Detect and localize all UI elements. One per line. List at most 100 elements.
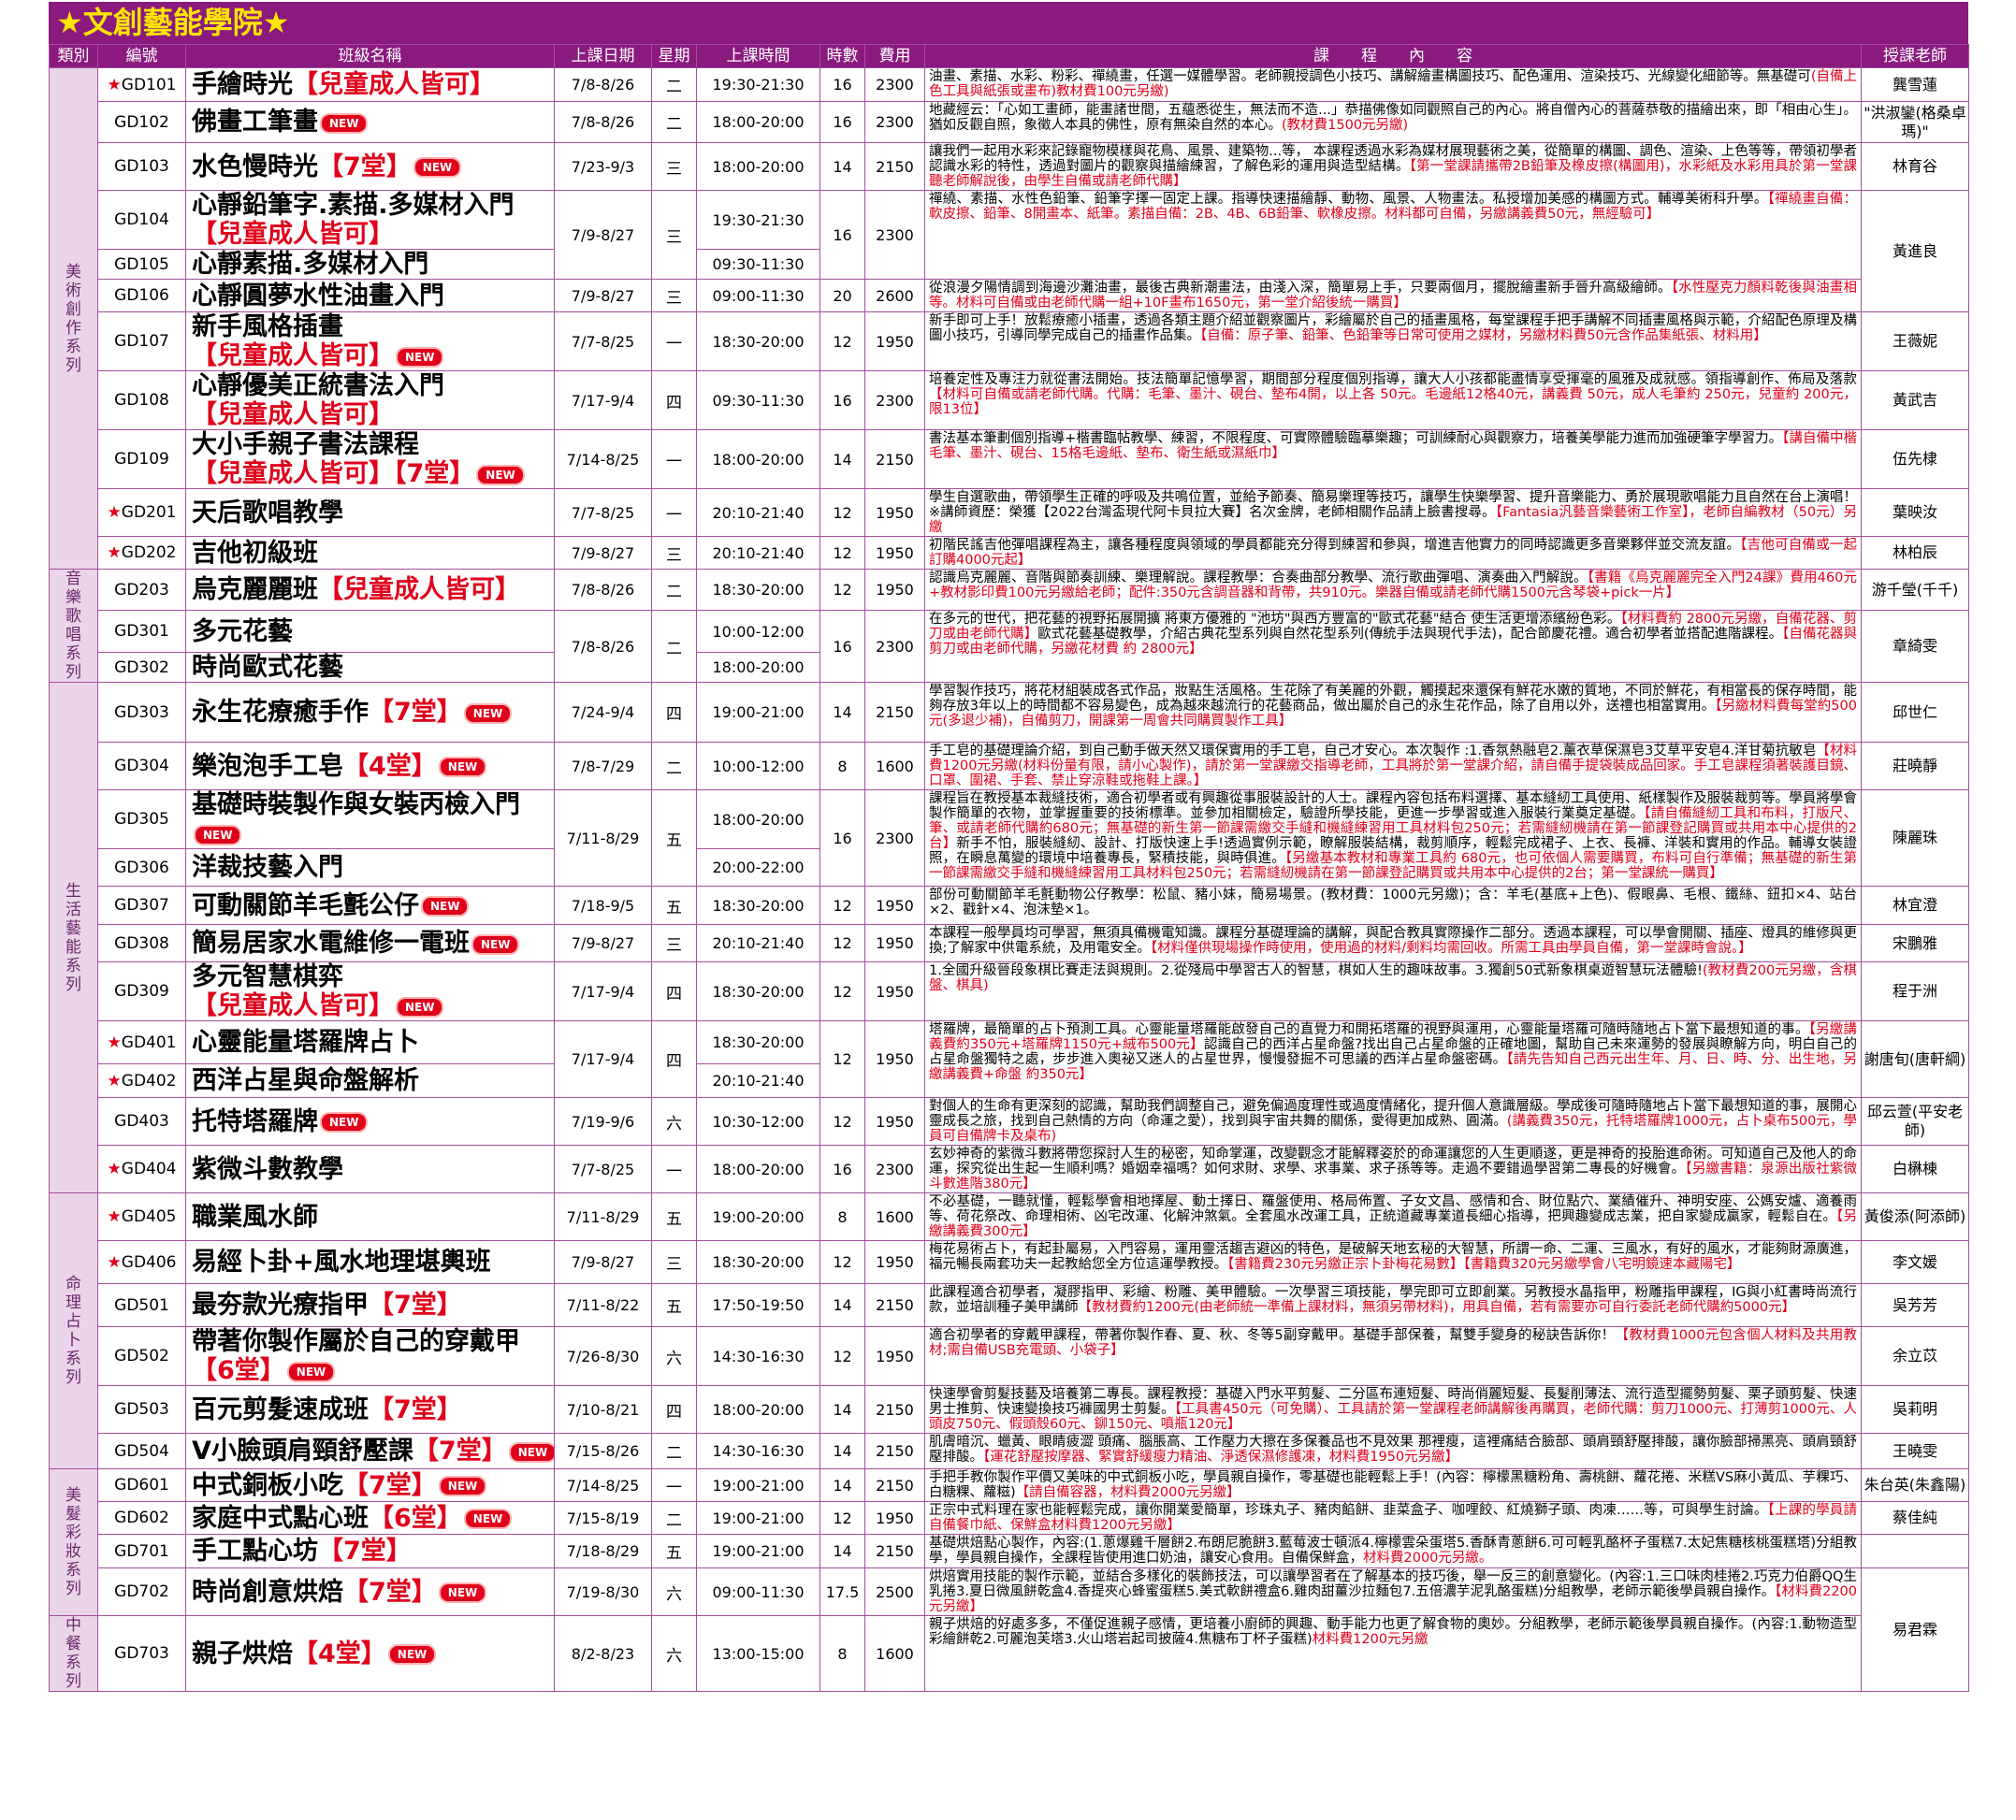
hours-cell: 14 [819,1385,865,1434]
class-name-line: 百元剪髮速成班【7堂】 [192,1395,554,1424]
table-row: GD403 托特塔羅牌 NEW 7/19-9/6 六 10:30-12:00 12 1950 對… [50,1097,1969,1146]
class-name-line: 心靜素描.多媒材入門 [192,251,554,279]
date-cell: 7/18-8/29 [554,1534,652,1568]
weekday-cell: 二 [651,67,697,102]
class-name-cell: 最夯款光療指甲【7堂】 [185,1283,555,1327]
category-label: 生活藝能系列 [65,881,81,994]
star-icon: ★ [107,1033,122,1052]
text-segment: 家庭中式點心班 [192,1503,369,1533]
course-code: GD405 [121,1207,177,1226]
col-header-weekday: 星期 [651,44,697,68]
time-cell: 10:00-12:00 [696,742,820,790]
course-content-cell: 讓我們一起用水彩來記錄寵物模樣與花鳥、風景、建築物...等， 本課程透過水彩為媒… [924,142,1862,191]
hours-cell: 12 [819,1326,865,1386]
table-row: GD106 心靜圓夢水性油畫入門 7/9-8/27 三 09:00-11:30 20 260… [50,279,1969,312]
class-name-cell: 職業風水師 [185,1192,555,1241]
hours-cell: 16 [819,101,865,143]
text-segment: 不必基礎，一聽就懂，輕鬆學會相地擇屋、動土擇日、羅盤使用、格局佈置、子女文昌、感… [929,1194,1857,1224]
text-segment: 心靜圓夢水性油畫入門 [192,281,444,311]
new-badge: NEW [463,1509,513,1529]
class-name-cell: 時尚創意烘焙【7堂】 NEW [185,1567,555,1616]
date-cell: 7/18-9/5 [554,886,652,925]
time-cell: 17:50-19:50 [696,1283,820,1327]
class-name-line: 新手風格插畫 [192,313,554,342]
text-segment: V小臉頭肩頸舒壓課 [192,1437,413,1466]
hours-cell: 12 [819,488,865,537]
table-row: 音樂歌唱系列 GD203 烏克麗麗班【兒童成人皆可】 7/8-8/26 二 18:30-2… [49,569,1969,683]
course-code: GD303 [114,702,169,722]
table-row: GD308 簡易居家水電維修一電班 NEW 7/9-8/27 三 20:10-21:40 1… [50,924,1969,962]
course-content-cell: 書法基本筆劃個別指導+楷書臨帖教學、練習，不限程度、可實際體驗臨摹樂趣；可訓練耐… [924,429,1862,489]
class-name-cell: 紫微斗數教學 [185,1145,555,1193]
hours-cell: 14 [819,1468,865,1502]
text-segment: 手工點心坊 [192,1537,318,1566]
class-name-cell: 百元剪髮速成班【7堂】 [185,1385,555,1434]
course-content-cell: 基礎烘焙點心製作，內容:(1.蔥爆雞千層餅2.布朗尼脆餅3.藍莓波士頓派4.檸檬… [924,1534,1862,1568]
highlight-text: 【6堂】 [192,1356,285,1385]
course-content-cell: 地藏經云：「心如工畫師，能畫諸世間，五蘊悉從生，無法而不造...」恭描佛像如同觀… [924,101,1862,143]
class-name-cell: 烏克麗麗班【兒童成人皆可】 [185,569,555,611]
weekday-cell: 三 [651,1240,697,1284]
course-code: GD202 [121,543,177,562]
header-row: 類別 編號 班級名稱 上課日期 星期 上課時間 時數 費用 課 程 內 容 授課… [49,44,1969,68]
hours-cell: 12 [819,961,865,1021]
col-header-teacher: 授課老師 [1861,44,1969,68]
text-segment: 心靜優美正統書法入門 [192,371,444,401]
class-name-cell: 手繪時光【兒童成人皆可】 [185,67,555,102]
table-row: GD503 百元剪髮速成班【7堂】 7/10-8/21 四 18:00-20:00 14 2… [50,1385,1969,1434]
col-header-fee: 費用 [864,44,925,68]
fee-cell: 1950 [864,924,925,962]
col-header-class-name: 班級名稱 [185,44,555,68]
table-row: 美術創作系列 ★GD101 手繪時光【兒童成人皆可】 7/8-8/26 二 19:30-2… [49,67,1969,570]
course-code-cell: GD108 [97,370,186,430]
category-cell: 生活藝能系列 [49,682,98,1193]
class-name-cell: 樂泡泡手工皂【4堂】 NEW [185,742,555,790]
highlight-text: 【兒童成人皆可】 [192,400,394,429]
teacher-cell: 程于洲 [1861,961,1969,1021]
class-name-cell: 新手風格插畫 【兒童成人皆可】 NEW [185,311,555,371]
text-segment: 簡易居家水電維修一電班 [192,929,470,958]
weekday-cell: 六 [651,1615,697,1692]
time-cell: 18:00-20:00 [696,429,820,489]
date-cell: 7/9-8/27 [554,190,652,280]
course-table: 類別 編號 班級名稱 上課日期 星期 上課時間 時數 費用 課 程 內 容 授課… [49,44,1969,1692]
text-segment: 在多元的世代，把花藝的視野拓展開擴 將東方優雅的 "池坊"與西方豐富的"歐式花藝… [929,612,1621,627]
hours-cell: 16 [819,190,865,280]
category-cell: 美術創作系列 [49,67,98,570]
class-name-cell: 易經卜卦+風水地理堪輿班 [185,1240,555,1284]
class-name-cell: 心靜優美正統書法入門 【兒童成人皆可】 [185,370,555,430]
highlight-text: 【兒童成人皆可】【7堂】 [192,459,475,488]
text-segment: 歐式花藝基礎教學，介紹古典花型系列與自然花型系列(傳統手法與現代手法)，配合節慶… [1037,627,1783,642]
highlight-text: 材料費1200元另繳 [1312,1632,1429,1647]
date-cell: 7/11-8/29 [554,1192,652,1241]
highlight-text: 【7堂】 [318,1537,412,1566]
fee-cell: 2300 [864,1145,925,1193]
class-name-cell: 洋裁技藝入門 [185,848,555,887]
table-row: ★GD404 紫微斗數教學 7/7-8/25 一 18:00-20:00 16 2300 玄妙… [50,1145,1969,1193]
new-badge: NEW [194,824,242,845]
course-code: GD401 [121,1033,177,1052]
time-cell: 13:00-15:00 [696,1615,820,1692]
course-code-cell: ★GD404 [97,1145,186,1193]
text-segment: 帶著你製作屬於自己的穿戴甲 [192,1327,520,1357]
course-content-cell: 玄妙神奇的紫微斗數將帶您探討人生的秘密，知命掌運，改變觀念才能解釋姿於的命運讓您… [924,1145,1862,1193]
course-code-cell: GD702 [97,1567,186,1616]
teacher-cell: 黃武吉 [1861,370,1969,430]
table-row: ★GD406 易經卜卦+風水地理堪輿班 7/9-8/27 三 18:30-20:00 12… [50,1240,1969,1284]
course-code-cell: GD301 [97,610,186,653]
course-content-cell: 親子烘焙的好處多多，不僅促進親子感情，更培養小廚師的興趣、動手能力也更了解食物的… [924,1615,1862,1692]
weekday-cell: 二 [651,569,697,611]
course-code-cell: GD502 [97,1326,186,1386]
course-code-cell: ★GD202 [97,536,186,570]
col-header-category: 類別 [49,44,98,68]
table-row: GD602 家庭中式點心班【6堂】 NEW 7/15-8/19 二 19:00-21:00… [50,1501,1969,1535]
text-segment: 1.全國升級晉段象棋比賽走法與規則。2.從殘局中學習古人的智慧，棋如人生的趣味故… [929,963,1703,978]
weekday-cell: 二 [651,1433,697,1469]
date-cell: 8/2-8/23 [554,1615,652,1692]
weekday-cell: 三 [651,142,697,191]
star-icon: ★ [107,75,122,94]
text-segment: 時尚創意烘焙 [192,1577,343,1607]
course-code-cell: GD107 [97,311,186,371]
table-row: ★GD202 吉他初級班 7/9-8/27 三 20:10-21:40 12 1950 初階民… [50,536,1969,570]
text-segment: 易經卜卦+風水地理堪輿班 [192,1248,491,1277]
